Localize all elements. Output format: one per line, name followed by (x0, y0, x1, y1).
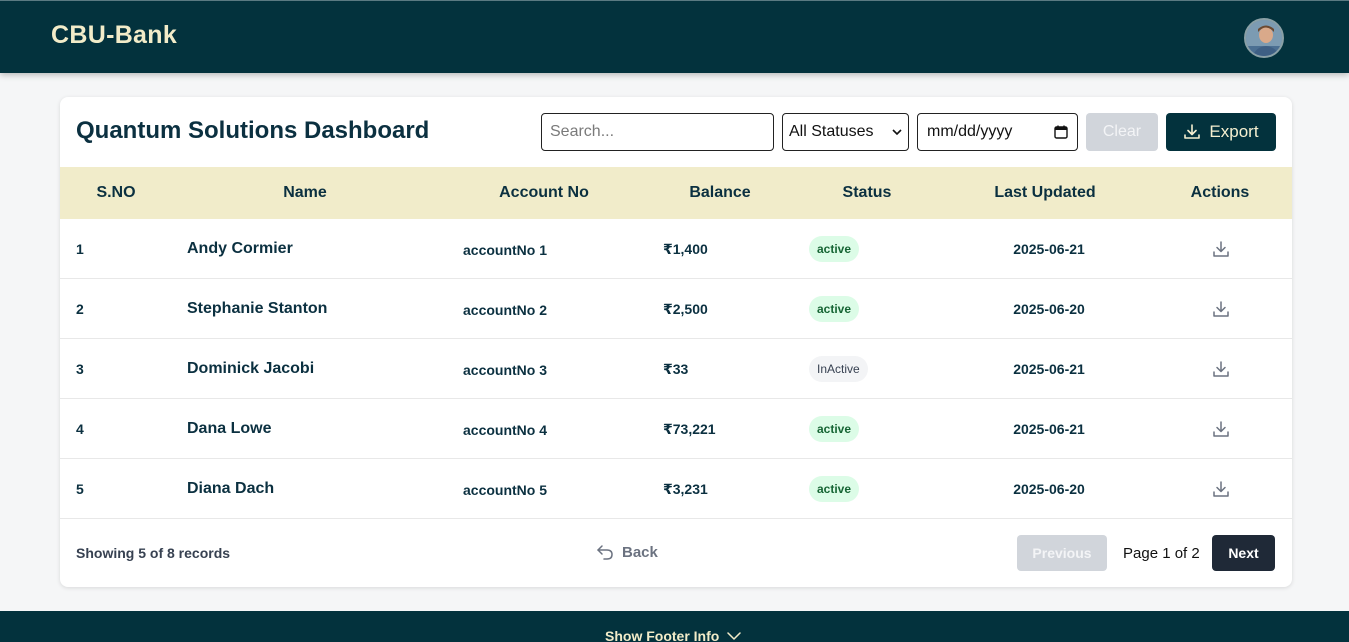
user-avatar[interactable] (1244, 18, 1284, 58)
cell-last-updated: 2025-06-21 (1013, 361, 1085, 377)
download-icon (1184, 124, 1201, 139)
export-label: Export (1209, 122, 1259, 141)
cell-account: accountNo 1 (463, 242, 548, 258)
cell-sno: 5 (76, 481, 84, 497)
page-footer: Show Footer Info (0, 611, 1349, 642)
cell-sno: 4 (76, 421, 84, 437)
brand-logo[interactable]: CBU-Bank (51, 21, 177, 50)
cell-last-updated: 2025-06-21 (1013, 421, 1085, 437)
column-header-balance[interactable]: Balance (670, 167, 770, 219)
download-row-button[interactable] (1211, 479, 1231, 499)
cell-status: active (809, 279, 860, 339)
table-row[interactable]: 2 Stephanie Stanton accountNo 2 ₹2,500 a… (60, 279, 1292, 339)
download-icon (1213, 301, 1229, 317)
cell-account: accountNo 2 (463, 302, 548, 318)
cell-last-updated: 2025-06-20 (1013, 301, 1085, 317)
chevron-down-icon (892, 129, 902, 136)
table-header: S.NO Name Account No Balance Status Last… (60, 167, 1292, 219)
cell-account: accountNo 4 (463, 422, 548, 438)
calendar-icon[interactable] (1054, 125, 1068, 139)
footer-toggle-label: Show Footer Info (605, 628, 720, 642)
top-navbar: CBU-Bank (0, 0, 1349, 73)
back-arrow-icon (597, 545, 613, 560)
clear-button[interactable]: Clear (1086, 113, 1158, 151)
cell-last-updated: 2025-06-21 (1013, 241, 1085, 257)
cell-balance: ₹2,500 (663, 301, 708, 317)
cell-balance: ₹73,221 (663, 421, 716, 437)
next-page-button[interactable]: Next (1212, 535, 1275, 571)
cell-name: Andy Cormier (187, 240, 293, 257)
cell-balance: ₹3,231 (663, 481, 708, 497)
cell-status: InActive (809, 339, 868, 399)
status-badge: active (809, 476, 860, 503)
chevron-down-icon (727, 632, 742, 640)
records-count: Showing 5 of 8 records (76, 545, 231, 561)
search-input[interactable] (541, 113, 774, 151)
download-icon (1213, 241, 1229, 257)
cell-status: active (809, 459, 860, 519)
status-badge: InActive (809, 356, 868, 383)
status-badge: active (809, 296, 860, 323)
user-avatar-icon (1246, 20, 1282, 56)
table-row[interactable]: 5 Diana Dach accountNo 5 ₹3,231 active 2… (60, 459, 1292, 519)
status-badge: active (809, 236, 860, 263)
page-indicator: Page 1 of 2 (1123, 545, 1200, 562)
table-row[interactable]: 3 Dominick Jacobi accountNo 3 ₹33 InActi… (60, 339, 1292, 399)
column-header-account[interactable]: Account No (484, 167, 604, 219)
page-title: Quantum Solutions Dashboard (76, 117, 430, 144)
column-header-status[interactable]: Status (817, 167, 917, 219)
previous-page-button[interactable]: Previous (1017, 535, 1107, 571)
cell-account: accountNo 5 (463, 482, 548, 498)
download-icon (1213, 481, 1229, 497)
back-label: Back (622, 543, 658, 561)
cell-sno: 1 (76, 241, 84, 257)
column-header-name[interactable]: Name (245, 167, 365, 219)
column-header-last-updated[interactable]: Last Updated (975, 167, 1115, 219)
cell-balance: ₹1,400 (663, 241, 708, 257)
table-row[interactable]: 1 Andy Cormier accountNo 1 ₹1,400 active… (60, 219, 1292, 279)
date-placeholder: mm/dd/yyyy (927, 123, 1013, 140)
download-row-button[interactable] (1211, 419, 1231, 439)
download-row-button[interactable] (1211, 239, 1231, 259)
download-icon (1213, 421, 1229, 437)
dashboard-card: Quantum Solutions Dashboard All Statuses… (60, 97, 1292, 587)
cell-status: active (809, 219, 860, 279)
download-row-button[interactable] (1211, 359, 1231, 379)
cell-name: Diana Dach (187, 480, 275, 497)
cell-sno: 2 (76, 301, 84, 317)
cell-status: active (809, 399, 860, 459)
column-header-actions: Actions (1190, 184, 1250, 201)
download-row-button[interactable] (1211, 299, 1231, 319)
cell-name: Dominick Jacobi (187, 360, 315, 377)
export-button[interactable]: Export (1166, 113, 1276, 151)
date-filter-input[interactable]: mm/dd/yyyy (917, 113, 1078, 151)
cell-name: Stephanie Stanton (187, 300, 328, 317)
back-button[interactable]: Back (596, 543, 658, 561)
cell-account: accountNo 3 (463, 362, 548, 378)
status-filter-select[interactable]: All Statuses (782, 113, 909, 151)
cell-sno: 3 (76, 361, 84, 377)
column-header-sno[interactable]: S.NO (76, 167, 156, 219)
footer-toggle-button[interactable]: Show Footer Info (605, 628, 742, 642)
cell-name: Dana Lowe (187, 420, 272, 437)
status-badge: active (809, 416, 860, 443)
cell-last-updated: 2025-06-20 (1013, 481, 1085, 497)
table-row[interactable]: 4 Dana Lowe accountNo 4 ₹73,221 active 2… (60, 399, 1292, 459)
status-filter-value: All Statuses (789, 123, 874, 140)
cell-balance: ₹33 (663, 361, 689, 377)
download-icon (1213, 361, 1229, 377)
